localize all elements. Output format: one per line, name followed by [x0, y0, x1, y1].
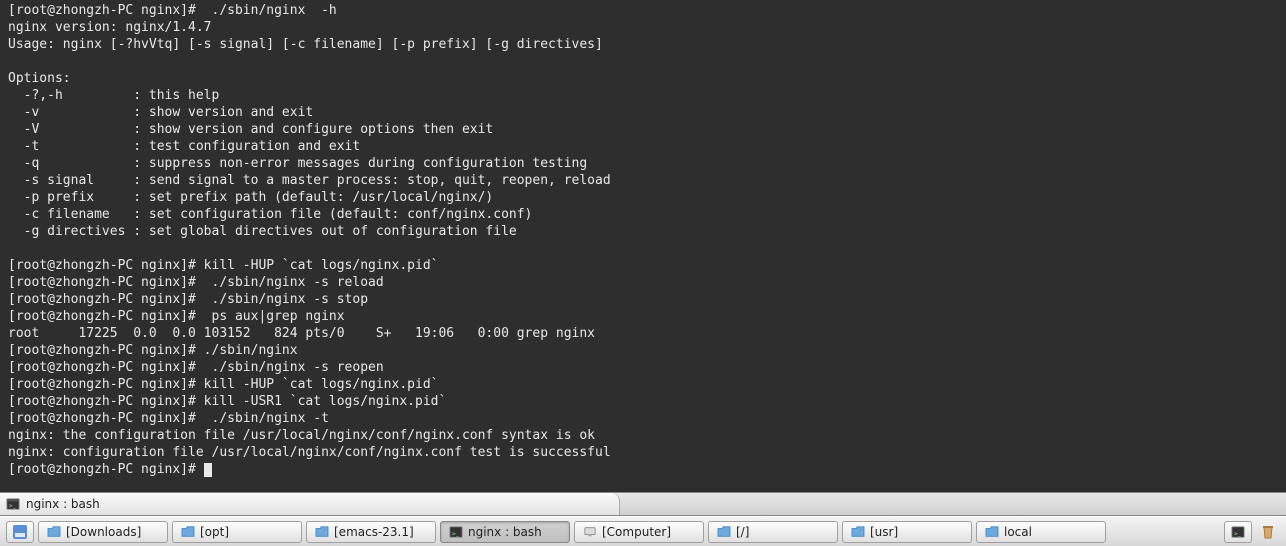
terminal-line: Options:: [8, 71, 71, 86]
taskbar-item-label: [usr]: [870, 525, 898, 539]
terminal-line: [root@zhongzh-PC nginx]# ./sbin/nginx -t: [8, 411, 329, 426]
taskbar-tray-button-1[interactable]: >_: [1224, 521, 1252, 543]
terminal-line: -q : suppress non-error messages during …: [8, 156, 587, 171]
folder-icon: [47, 526, 61, 538]
terminal-line: [root@zhongzh-PC nginx]# ps aux|grep ngi…: [8, 309, 345, 324]
terminal-prompt: [root@zhongzh-PC nginx]#: [8, 462, 204, 477]
terminal-cursor: [204, 463, 212, 477]
folder-icon: [717, 526, 731, 538]
terminal-line: [root@zhongzh-PC nginx]# ./sbin/nginx: [8, 343, 298, 358]
terminal-tab[interactable]: >_ nginx : bash: [0, 493, 620, 515]
folder-icon: [985, 526, 999, 538]
terminal-output[interactable]: [root@zhongzh-PC nginx]# ./sbin/nginx -h…: [0, 0, 1286, 492]
folder-icon: [851, 526, 865, 538]
taskbar-item-label: [/]: [736, 525, 749, 539]
taskbar-show-desktop-button[interactable]: [6, 521, 34, 543]
terminal-line: -c filename : set configuration file (de…: [8, 207, 532, 222]
show-desktop-icon: [12, 524, 28, 540]
terminal-tab-label: nginx : bash: [26, 497, 100, 511]
taskbar-item-label: [emacs-23.1]: [334, 525, 414, 539]
trash-icon: [1260, 524, 1276, 540]
taskbar-item-opt[interactable]: [opt]: [172, 521, 302, 543]
terminal-line: [root@zhongzh-PC nginx]# kill -USR1 `cat…: [8, 394, 446, 409]
taskbar-item-label: nginx : bash: [468, 525, 542, 539]
terminal-line: [root@zhongzh-PC nginx]# ./sbin/nginx -s…: [8, 292, 368, 307]
taskbar-item-label: [Computer]: [602, 525, 671, 539]
taskbar-item-emacs[interactable]: [emacs-23.1]: [306, 521, 436, 543]
taskbar-item-label: [Downloads]: [66, 525, 141, 539]
taskbar-item-computer[interactable]: [Computer]: [574, 521, 704, 543]
svg-text:>_: >_: [9, 504, 16, 510]
terminal-icon: >_: [6, 497, 20, 511]
terminal-line: [root@zhongzh-PC nginx]# kill -HUP `cat …: [8, 377, 438, 392]
terminal-line: nginx version: nginx/1.4.7: [8, 20, 212, 35]
terminal-line: -v : show version and exit: [8, 105, 313, 120]
taskbar-item-nginx-bash[interactable]: >_ nginx : bash: [440, 521, 570, 543]
terminal-line: Usage: nginx [-?hvVtq] [-s signal] [-c f…: [8, 37, 603, 52]
taskbar-item-root[interactable]: [/]: [708, 521, 838, 543]
svg-text:>_: >_: [452, 531, 459, 537]
taskbar-tray-button-2[interactable]: [1256, 521, 1280, 543]
taskbar-item-label: local: [1004, 525, 1032, 539]
folder-icon: [315, 526, 329, 538]
taskbar-item-usr[interactable]: [usr]: [842, 521, 972, 543]
computer-icon: [583, 526, 597, 538]
terminal-line: nginx: configuration file /usr/local/ngi…: [8, 445, 611, 460]
terminal-tab-bar: >_ nginx : bash: [0, 492, 1286, 516]
terminal-icon: >_: [1231, 525, 1245, 539]
terminal-line: -p prefix : set prefix path (default: /u…: [8, 190, 493, 205]
terminal-line: -g directives : set global directives ou…: [8, 224, 517, 239]
taskbar-item-label: [opt]: [200, 525, 229, 539]
terminal-line: -s signal : send signal to a master proc…: [8, 173, 611, 188]
taskbar-item-downloads[interactable]: [Downloads]: [38, 521, 168, 543]
terminal-icon: >_: [449, 525, 463, 539]
terminal-line: [root@zhongzh-PC nginx]# kill -HUP `cat …: [8, 258, 438, 273]
terminal-line: -t : test configuration and exit: [8, 139, 360, 154]
terminal-line: [root@zhongzh-PC nginx]# ./sbin/nginx -h: [8, 3, 337, 18]
terminal-line: -?,-h : this help: [8, 88, 219, 103]
terminal-line: [root@zhongzh-PC nginx]# ./sbin/nginx -s…: [8, 275, 384, 290]
taskbar: [Downloads] [opt] [emacs-23.1] >_ nginx …: [0, 516, 1286, 546]
terminal-line: [root@zhongzh-PC nginx]# ./sbin/nginx -s…: [8, 360, 384, 375]
terminal-line: -V : show version and configure options …: [8, 122, 493, 137]
folder-icon: [181, 526, 195, 538]
svg-text:>_: >_: [1234, 531, 1241, 537]
taskbar-item-local[interactable]: local: [976, 521, 1106, 543]
terminal-line: root 17225 0.0 0.0 103152 824 pts/0 S+ 1…: [8, 326, 595, 341]
terminal-line: nginx: the configuration file /usr/local…: [8, 428, 595, 443]
